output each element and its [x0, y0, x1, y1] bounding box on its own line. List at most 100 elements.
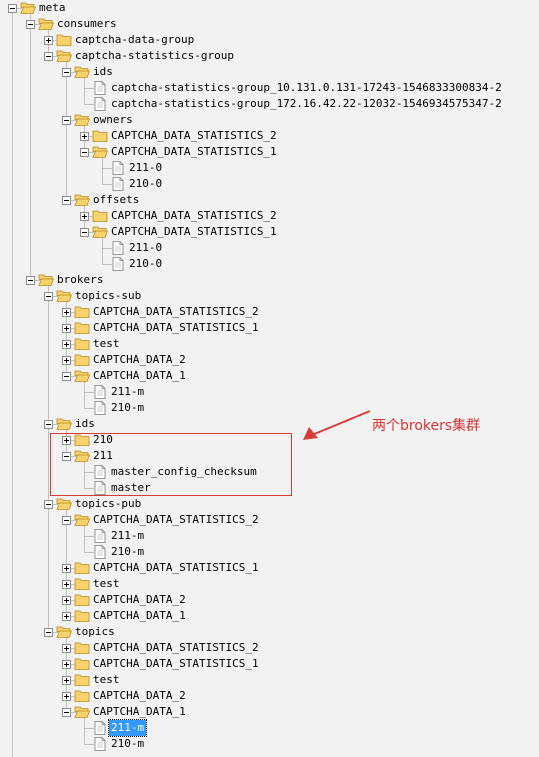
collapse-toggle-icon[interactable]: [62, 196, 71, 205]
tree-leaf-node[interactable]: 211-m: [0, 528, 539, 544]
tree-folder-node[interactable]: owners: [0, 112, 539, 128]
tree-folder-node[interactable]: CAPTCHA_DATA_STATISTICS_1: [0, 144, 539, 160]
tree-node-label[interactable]: CAPTCHA_DATA_1: [91, 368, 188, 384]
tree-node-label[interactable]: topics-sub: [73, 288, 143, 304]
tree-node-label[interactable]: CAPTCHA_DATA_2: [91, 592, 188, 608]
tree-node-label[interactable]: captcha-statistics-group_172.16.42.22-12…: [109, 96, 504, 112]
tree-folder-node[interactable]: offsets: [0, 192, 539, 208]
tree-leaf-node[interactable]: 210-m: [0, 400, 539, 416]
tree-node-label[interactable]: topics: [73, 624, 117, 640]
tree-node-label[interactable]: CAPTCHA_DATA_STATISTICS_1: [109, 144, 279, 160]
tree-leaf-node[interactable]: 211-m: [0, 384, 539, 400]
tree-folder-node[interactable]: CAPTCHA_DATA_STATISTICS_2: [0, 304, 539, 320]
expand-toggle-icon[interactable]: [62, 356, 71, 365]
tree-folder-node[interactable]: CAPTCHA_DATA_STATISTICS_2: [0, 512, 539, 528]
tree-folder-node[interactable]: CAPTCHA_DATA_STATISTICS_1: [0, 320, 539, 336]
collapse-toggle-icon[interactable]: [62, 708, 71, 717]
tree-node-label[interactable]: CAPTCHA_DATA_1: [91, 608, 188, 624]
expand-toggle-icon[interactable]: [62, 596, 71, 605]
tree-node-label[interactable]: 210-m: [109, 544, 146, 560]
collapse-toggle-icon[interactable]: [62, 116, 71, 125]
tree-node-label[interactable]: ids: [91, 64, 115, 80]
expand-toggle-icon[interactable]: [44, 36, 53, 45]
expand-toggle-icon[interactable]: [62, 676, 71, 685]
tree-leaf-node[interactable]: 210-m: [0, 736, 539, 752]
tree-node-label[interactable]: CAPTCHA_DATA_STATISTICS_2: [109, 208, 279, 224]
tree-node-label[interactable]: 210-0: [127, 256, 164, 272]
tree-node-label[interactable]: captcha-statistics-group_10.131.0.131-17…: [109, 80, 504, 96]
collapse-toggle-icon[interactable]: [26, 20, 35, 29]
tree-folder-node[interactable]: captcha-data-group: [0, 32, 539, 48]
tree-node-label[interactable]: 211-0: [127, 160, 164, 176]
collapse-toggle-icon[interactable]: [44, 52, 53, 61]
tree-leaf-node[interactable]: 211-0: [0, 240, 539, 256]
tree-folder-node[interactable]: CAPTCHA_DATA_2: [0, 688, 539, 704]
tree-leaf-node[interactable]: 211-m: [0, 719, 539, 737]
expand-toggle-icon[interactable]: [80, 212, 89, 221]
collapse-toggle-icon[interactable]: [26, 276, 35, 285]
tree-leaf-node[interactable]: 211-0: [0, 160, 539, 176]
collapse-toggle-icon[interactable]: [8, 4, 17, 13]
collapse-toggle-icon[interactable]: [80, 148, 89, 157]
tree-node-label[interactable]: 210-0: [127, 176, 164, 192]
collapse-toggle-icon[interactable]: [62, 516, 71, 525]
tree-folder-node[interactable]: CAPTCHA_DATA_STATISTICS_2: [0, 128, 539, 144]
tree-node-label[interactable]: brokers: [55, 272, 105, 288]
tree-node-label[interactable]: offsets: [91, 192, 141, 208]
expand-toggle-icon[interactable]: [62, 564, 71, 573]
tree-leaf-node[interactable]: captcha-statistics-group_172.16.42.22-12…: [0, 96, 539, 112]
zookeeper-tree-view[interactable]: meta consumers captcha-data-group captcha-s…: [0, 0, 539, 757]
tree-node-label[interactable]: CAPTCHA_DATA_STATISTICS_1: [91, 656, 261, 672]
tree-folder-node[interactable]: CAPTCHA_DATA_STATISTICS_2: [0, 640, 539, 656]
tree-node-label[interactable]: owners: [91, 112, 135, 128]
tree-node-label[interactable]: CAPTCHA_DATA_STATISTICS_2: [91, 512, 261, 528]
tree-node-label[interactable]: captcha-statistics-group: [73, 48, 236, 64]
tree-node-label[interactable]: ids: [73, 416, 97, 432]
tree-folder-node[interactable]: CAPTCHA_DATA_STATISTICS_1: [0, 224, 539, 240]
tree-node-label[interactable]: meta: [37, 0, 68, 16]
tree-node-label[interactable]: 210-m: [109, 736, 146, 752]
collapse-toggle-icon[interactable]: [44, 420, 53, 429]
tree-node-label[interactable]: 211-m: [109, 528, 146, 544]
tree-folder-node[interactable]: test: [0, 336, 539, 352]
expand-toggle-icon[interactable]: [80, 132, 89, 141]
collapse-toggle-icon[interactable]: [44, 292, 53, 301]
tree-node-label[interactable]: topics-pub: [73, 496, 143, 512]
tree-node-label[interactable]: consumers: [55, 16, 119, 32]
tree-folder-node[interactable]: CAPTCHA_DATA_1: [0, 368, 539, 384]
tree-folder-node[interactable]: CAPTCHA_DATA_1: [0, 608, 539, 624]
tree-folder-node[interactable]: brokers: [0, 272, 539, 288]
collapse-toggle-icon[interactable]: [62, 68, 71, 77]
tree-node-label[interactable]: CAPTCHA_DATA_2: [91, 688, 188, 704]
tree-node-label[interactable]: test: [91, 672, 122, 688]
expand-toggle-icon[interactable]: [62, 692, 71, 701]
tree-folder-node[interactable]: CAPTCHA_DATA_1: [0, 704, 539, 720]
tree-leaf-node[interactable]: captcha-statistics-group_10.131.0.131-17…: [0, 80, 539, 96]
tree-folder-node[interactable]: captcha-statistics-group: [0, 48, 539, 64]
tree-node-label[interactable]: test: [91, 336, 122, 352]
tree-folder-node[interactable]: test: [0, 576, 539, 592]
expand-toggle-icon[interactable]: [62, 644, 71, 653]
collapse-toggle-icon[interactable]: [80, 228, 89, 237]
tree-folder-node[interactable]: CAPTCHA_DATA_STATISTICS_1: [0, 560, 539, 576]
tree-node-label[interactable]: captcha-data-group: [73, 32, 196, 48]
tree-folder-node[interactable]: test: [0, 672, 539, 688]
tree-node-label[interactable]: CAPTCHA_DATA_STATISTICS_2: [109, 128, 279, 144]
tree-folder-node[interactable]: consumers: [0, 16, 539, 32]
tree-folder-node[interactable]: meta: [0, 0, 539, 16]
tree-folder-node[interactable]: topics-pub: [0, 496, 539, 512]
tree-node-label[interactable]: 210-m: [109, 400, 146, 416]
expand-toggle-icon[interactable]: [62, 612, 71, 621]
collapse-toggle-icon[interactable]: [44, 628, 53, 637]
tree-node-label[interactable]: CAPTCHA_DATA_STATISTICS_2: [91, 640, 261, 656]
tree-node-label[interactable]: test: [91, 576, 122, 592]
tree-node-label[interactable]: CAPTCHA_DATA_STATISTICS_1: [109, 224, 279, 240]
tree-node-label[interactable]: 211-0: [127, 240, 164, 256]
tree-folder-node[interactable]: ids: [0, 64, 539, 80]
tree-folder-node[interactable]: topics: [0, 624, 539, 640]
expand-toggle-icon[interactable]: [62, 324, 71, 333]
tree-folder-node[interactable]: topics-sub: [0, 288, 539, 304]
tree-node-label[interactable]: CAPTCHA_DATA_STATISTICS_1: [91, 560, 261, 576]
tree-folder-node[interactable]: CAPTCHA_DATA_STATISTICS_1: [0, 656, 539, 672]
expand-toggle-icon[interactable]: [62, 660, 71, 669]
